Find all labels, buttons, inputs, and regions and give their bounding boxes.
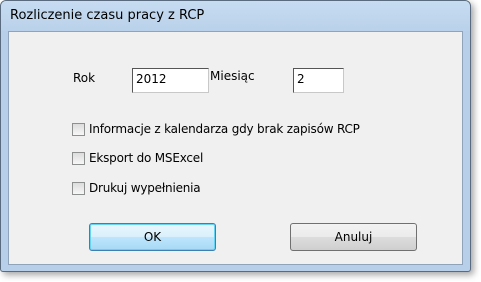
print-fills-option[interactable]: Drukuj wypełnienia <box>72 180 201 196</box>
excel-export-checkbox[interactable] <box>72 151 85 165</box>
window-title: Rozliczenie czasu pracy z RCP <box>10 8 205 23</box>
title-bar[interactable]: Rozliczenie czasu pracy z RCP <box>1 1 470 31</box>
calendar-info-label: Informacje z kalendarza gdy brak zapisów… <box>89 122 360 136</box>
dialog-body: Rok 2012 Miesiąc 2 Informacje z kalendar… <box>8 31 463 265</box>
year-label: Rok <box>73 71 96 85</box>
month-input[interactable]: 2 <box>293 68 344 93</box>
excel-export-label: Eksport do MSExcel <box>89 151 204 165</box>
year-input[interactable]: 2012 <box>132 68 209 93</box>
cancel-button[interactable]: Anuluj <box>290 223 417 251</box>
calendar-info-option[interactable]: Informacje z kalendarza gdy brak zapisów… <box>72 121 360 137</box>
excel-export-option[interactable]: Eksport do MSExcel <box>72 150 203 166</box>
print-fills-label: Drukuj wypełnienia <box>89 181 201 195</box>
month-label: Miesiąc <box>210 69 255 83</box>
calendar-info-checkbox[interactable] <box>72 122 85 136</box>
dialog-window: Rozliczenie czasu pracy z RCP Rok 2012 M… <box>0 0 471 272</box>
print-fills-checkbox[interactable] <box>72 181 85 195</box>
ok-button[interactable]: OK <box>89 223 216 251</box>
